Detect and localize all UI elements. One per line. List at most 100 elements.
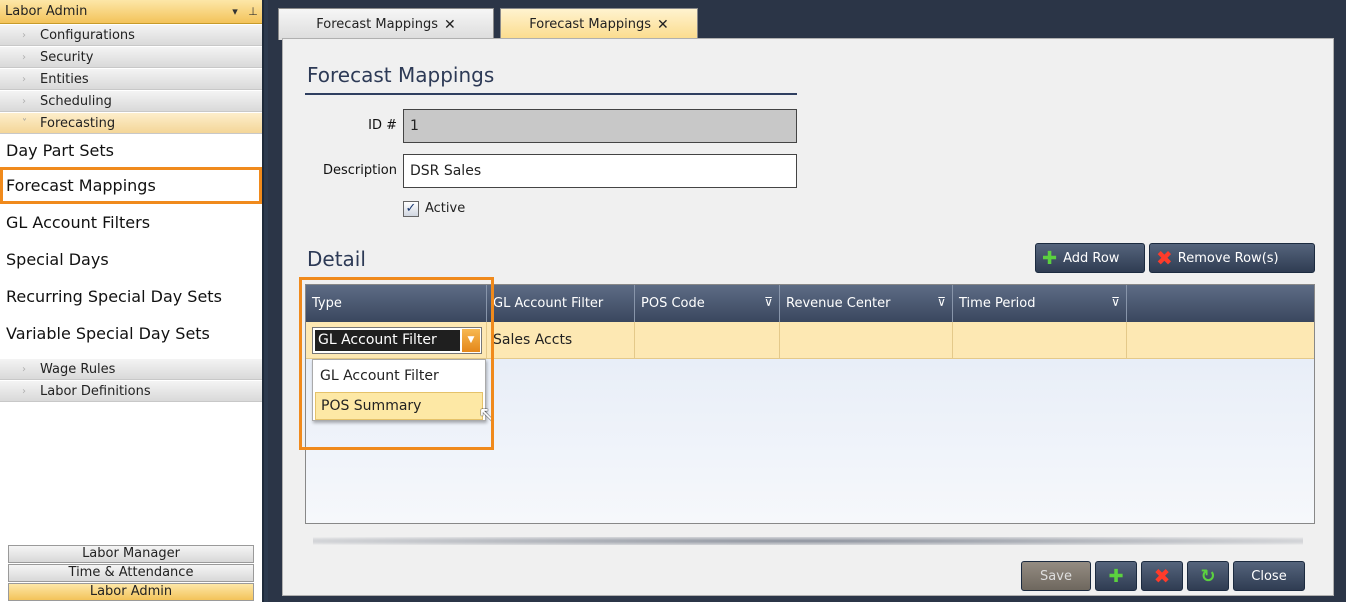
refresh-icon: ↻ bbox=[1200, 565, 1216, 587]
type-select[interactable]: GL Account Filter ▼ bbox=[312, 327, 482, 354]
column-label: POS Code bbox=[641, 296, 705, 311]
tab-label: Forecast Mappings bbox=[529, 17, 651, 32]
sidebar-category-label: Wage Rules bbox=[40, 361, 116, 377]
detail-grid: Type GL Account Filter POS Code ⊽ Revenu… bbox=[305, 284, 1315, 524]
filter-icon[interactable]: ⊽ bbox=[1111, 295, 1120, 309]
sidebar-item-label: Variable Special Day Sets bbox=[6, 324, 210, 343]
remove-rows-button[interactable]: ✖ Remove Row(s) bbox=[1149, 243, 1315, 273]
remove-icon: ✖ bbox=[1156, 246, 1173, 270]
cell-gl-account-filter[interactable]: Sales Accts bbox=[487, 322, 635, 358]
sidebar-item-label: GL Account Filters bbox=[6, 213, 151, 232]
module-labor-manager[interactable]: Labor Manager bbox=[8, 545, 254, 563]
sidebar-category-forecasting[interactable]: ˅ Forecasting bbox=[0, 112, 262, 134]
pin-icon[interactable]: ⊥ bbox=[244, 5, 262, 18]
column-label: Time Period bbox=[959, 296, 1036, 311]
description-field[interactable]: DSR Sales bbox=[403, 154, 797, 188]
tab-label: Forecast Mappings bbox=[316, 17, 438, 32]
dropdown-icon[interactable]: ▾ bbox=[226, 5, 244, 18]
id-label: ID # bbox=[368, 118, 397, 133]
sidebar-item-variable-special-day-sets[interactable]: Variable Special Day Sets bbox=[0, 315, 262, 352]
chevron-right-icon: › bbox=[22, 363, 26, 375]
column-header-pos-code[interactable]: POS Code ⊽ bbox=[635, 285, 780, 322]
chevron-right-icon: › bbox=[22, 385, 26, 397]
plus-icon: ✚ bbox=[1042, 247, 1058, 269]
delete-icon: ✖ bbox=[1153, 564, 1171, 588]
column-header-gl-account-filter[interactable]: GL Account Filter bbox=[487, 285, 635, 322]
column-label: GL Account Filter bbox=[493, 296, 604, 311]
sidebar-item-label: Day Part Sets bbox=[6, 141, 114, 160]
grid-header: Type GL Account Filter POS Code ⊽ Revenu… bbox=[306, 285, 1314, 322]
cell-time-period[interactable] bbox=[953, 322, 1127, 358]
chevron-down-icon: ˅ bbox=[22, 117, 27, 129]
close-button[interactable]: Close bbox=[1233, 561, 1305, 591]
detail-title: Detail bbox=[307, 247, 366, 271]
column-label: Revenue Center bbox=[786, 296, 891, 311]
type-dropdown-list: GL Account Filter POS Summary bbox=[312, 359, 486, 421]
add-button[interactable]: ✚ bbox=[1095, 561, 1137, 591]
sidebar-item-gl-account-filters[interactable]: GL Account Filters bbox=[0, 204, 262, 241]
plus-icon: ✚ bbox=[1108, 565, 1124, 587]
chevron-down-icon[interactable]: ▼ bbox=[462, 329, 480, 352]
description-label: Description bbox=[322, 163, 397, 178]
filter-icon[interactable]: ⊽ bbox=[937, 295, 946, 309]
sidebar-category-configurations[interactable]: › Configurations bbox=[0, 24, 262, 46]
active-checkbox[interactable]: ✓ bbox=[403, 201, 419, 217]
cell-spacer bbox=[1127, 322, 1314, 358]
option-gl-account-filter[interactable]: GL Account Filter bbox=[315, 362, 483, 390]
sidebar-category-label: Security bbox=[40, 49, 94, 65]
sidebar-category-label: Entities bbox=[40, 71, 89, 87]
main-area: Forecast Mappings ✕ Forecast Mappings ✕ … bbox=[268, 0, 1346, 602]
module-time-attendance[interactable]: Time & Attendance bbox=[8, 564, 254, 582]
content-panel: Forecast Mappings ID # 1 Description DSR… bbox=[282, 38, 1334, 596]
cell-pos-code[interactable] bbox=[635, 322, 780, 358]
column-header-time-period[interactable]: Time Period ⊽ bbox=[953, 285, 1127, 322]
sidebar-category-label: Forecasting bbox=[40, 115, 116, 131]
sidebar-category-label: Scheduling bbox=[40, 93, 112, 109]
sidebar-category-labor-definitions[interactable]: › Labor Definitions bbox=[0, 380, 262, 402]
column-header-type[interactable]: Type bbox=[306, 285, 487, 322]
refresh-button[interactable]: ↻ bbox=[1187, 561, 1229, 591]
remove-rows-label: Remove Row(s) bbox=[1177, 250, 1279, 266]
sidebar-header[interactable]: Labor Admin ▾ ⊥ bbox=[0, 0, 262, 24]
sidebar-category-wage-rules[interactable]: › Wage Rules bbox=[0, 358, 262, 380]
sidebar-category-label: Labor Definitions bbox=[40, 383, 151, 399]
sidebar-category-label: Configurations bbox=[40, 27, 135, 43]
close-icon[interactable]: ✕ bbox=[444, 17, 456, 33]
active-label: Active bbox=[425, 201, 466, 216]
page-title: Forecast Mappings bbox=[307, 63, 495, 87]
close-icon[interactable]: ✕ bbox=[657, 17, 669, 33]
column-header-revenue-center[interactable]: Revenue Center ⊽ bbox=[780, 285, 953, 322]
sidebar-item-recurring-special-day-sets[interactable]: Recurring Special Day Sets bbox=[0, 278, 262, 315]
sidebar-category-scheduling[interactable]: › Scheduling bbox=[0, 90, 262, 112]
sidebar-item-label: Forecast Mappings bbox=[6, 176, 156, 195]
type-select-value: GL Account Filter bbox=[315, 330, 460, 351]
save-button[interactable]: Save bbox=[1021, 561, 1091, 591]
sidebar-item-forecast-mappings[interactable]: Forecast Mappings bbox=[0, 167, 262, 204]
sidebar-item-label: Recurring Special Day Sets bbox=[6, 287, 222, 306]
title-divider bbox=[305, 93, 797, 95]
add-row-button[interactable]: ✚ Add Row bbox=[1035, 243, 1145, 273]
tab-forecast-mappings-2[interactable]: Forecast Mappings ✕ bbox=[500, 8, 698, 40]
chevron-right-icon: › bbox=[22, 73, 26, 85]
column-label: Type bbox=[312, 296, 342, 311]
sidebar-item-label: Special Days bbox=[6, 250, 109, 269]
chevron-right-icon: › bbox=[22, 51, 26, 63]
option-pos-summary[interactable]: POS Summary bbox=[315, 392, 483, 420]
cell-revenue-center[interactable] bbox=[780, 322, 953, 358]
check-icon: ✓ bbox=[405, 201, 417, 216]
module-labor-admin[interactable]: Labor Admin bbox=[8, 583, 254, 601]
sidebar-category-entities[interactable]: › Entities bbox=[0, 68, 262, 90]
chevron-right-icon: › bbox=[22, 29, 26, 41]
divider-shadow bbox=[313, 537, 1303, 545]
filter-icon[interactable]: ⊽ bbox=[764, 295, 773, 309]
sidebar-item-day-part-sets[interactable]: Day Part Sets bbox=[0, 134, 262, 167]
tab-forecast-mappings-1[interactable]: Forecast Mappings ✕ bbox=[278, 8, 494, 40]
sidebar-title: Labor Admin bbox=[5, 4, 88, 19]
sidebar-category-security[interactable]: › Security bbox=[0, 46, 262, 68]
sidebar: Labor Admin ▾ ⊥ › Configurations › Secur… bbox=[0, 0, 264, 602]
add-row-label: Add Row bbox=[1063, 250, 1120, 266]
chevron-right-icon: › bbox=[22, 95, 26, 107]
sidebar-item-special-days[interactable]: Special Days bbox=[0, 241, 262, 278]
delete-button[interactable]: ✖ bbox=[1141, 561, 1183, 591]
mouse-cursor-icon: ↖ bbox=[478, 403, 497, 428]
